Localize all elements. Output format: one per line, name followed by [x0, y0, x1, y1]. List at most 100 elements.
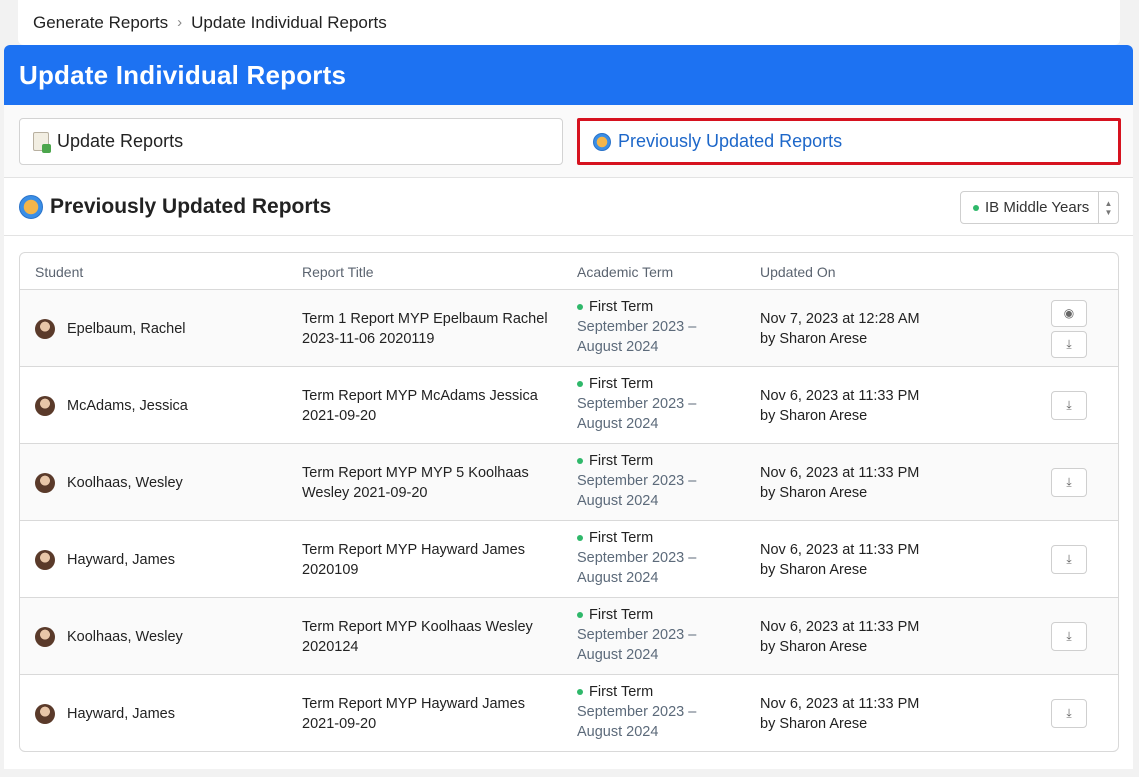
- student-cell: Koolhaas, Wesley: [35, 598, 183, 675]
- status-dot: [577, 689, 583, 695]
- avatar: [35, 472, 55, 493]
- report-title-line: Term Report MYP MYP 5 Koolhaas: [302, 464, 529, 481]
- status-dot: [577, 304, 583, 310]
- column-header-updated-on[interactable]: Updated On: [760, 264, 836, 280]
- academic-term-cell: First Term September 2023 – August 2024: [577, 682, 696, 742]
- download-icon: ⤓: [1066, 398, 1072, 412]
- report-title-line: 2023-11-06 2020119: [302, 330, 435, 347]
- tab-previously-updated-reports[interactable]: Previously Updated Reports: [577, 118, 1121, 165]
- view-button[interactable]: ◉: [1051, 299, 1087, 327]
- download-icon: ⤓: [1066, 552, 1072, 566]
- section-header: Previously Updated Reports IB Middle Yea…: [4, 178, 1133, 236]
- table-header: Student Report Title Academic Term Updat…: [20, 253, 1118, 290]
- column-header-student[interactable]: Student: [35, 264, 83, 280]
- download-button[interactable]: ⤓: [1051, 391, 1087, 420]
- term-label: First Term: [589, 607, 654, 623]
- term-dates: August 2024: [577, 647, 659, 663]
- updated-by: by Sharon Arese: [760, 407, 868, 424]
- breadcrumb-item-current: Update Individual Reports: [191, 12, 387, 32]
- tab-update-reports-label: Update Reports: [57, 131, 184, 151]
- term-dates: August 2024: [577, 416, 659, 432]
- breadcrumb: Generate Reports › Update Individual Rep…: [18, 0, 1120, 45]
- report-title-line: 2020124: [302, 638, 359, 655]
- term-dates: September 2023 –: [577, 550, 697, 566]
- avatar: [35, 703, 55, 724]
- academic-term-cell: First Term September 2023 – August 2024: [577, 297, 696, 357]
- academic-term-cell: First Term September 2023 – August 2024: [577, 528, 696, 588]
- updated-date: Nov 6, 2023 at 11:33 PM: [760, 541, 920, 558]
- term-name: First Term: [577, 528, 696, 548]
- download-button[interactable]: ⤓: [1051, 545, 1087, 574]
- term-dates: September 2023 –: [577, 627, 697, 643]
- report-title-cell: Term Report MYP MYP 5 Koolhaas Wesley 202…: [302, 444, 562, 521]
- term-dates: September 2023 –: [577, 396, 697, 412]
- column-header-report-title[interactable]: Report Title: [302, 264, 374, 280]
- student-name[interactable]: Hayward, James: [67, 706, 175, 722]
- term-name: First Term: [577, 374, 696, 394]
- term-dates: August 2024: [577, 339, 659, 355]
- student-name[interactable]: McAdams, Jessica: [67, 398, 188, 414]
- status-dot: [973, 204, 979, 211]
- row-actions: ⤓: [1051, 675, 1087, 751]
- report-title-cell: Term Report MYP McAdams Jessica 2021-09-2…: [302, 367, 562, 444]
- updated-on-cell: Nov 7, 2023 at 12:28 AM by Sharon Arese: [760, 290, 920, 367]
- main-panel: Update Individual Reports Update Reports…: [4, 45, 1133, 769]
- term-name: First Term: [577, 451, 696, 471]
- student-cell: Hayward, James: [35, 675, 175, 751]
- report-title-line: Term 1 Report MYP Epelbaum Rachel: [302, 310, 548, 327]
- academic-term-cell: First Term September 2023 – August 2024: [577, 451, 696, 511]
- updated-by: by Sharon Arese: [760, 330, 868, 347]
- select-arrows-icon: ▲ ▼: [1098, 192, 1118, 223]
- report-title-line: Term Report MYP McAdams Jessica: [302, 387, 538, 404]
- download-button[interactable]: ⤓: [1051, 468, 1087, 497]
- eye-icon: ◉: [1063, 306, 1075, 320]
- tab-previously-updated-label: Previously Updated Reports: [618, 131, 843, 151]
- row-actions: ⤓: [1051, 367, 1087, 444]
- report-title-cell: Term 1 Report MYP Epelbaum Rachel 2023-11…: [302, 290, 562, 367]
- tabs-row: Update Reports Previously Updated Report…: [4, 105, 1133, 178]
- updated-on-cell: Nov 6, 2023 at 11:33 PM by Sharon Arese: [760, 444, 919, 521]
- program-select[interactable]: IB Middle Years ▲ ▼: [960, 191, 1119, 224]
- updated-on-cell: Nov 6, 2023 at 11:33 PM by Sharon Arese: [760, 521, 919, 598]
- updated-date: Nov 6, 2023 at 11:33 PM: [760, 618, 920, 635]
- student-name[interactable]: Koolhaas, Wesley: [67, 629, 183, 645]
- download-button[interactable]: ⤓: [1051, 622, 1087, 651]
- download-icon: ⤓: [1066, 475, 1072, 489]
- breadcrumb-separator: ›: [177, 14, 183, 31]
- tab-update-reports[interactable]: Update Reports: [19, 118, 563, 165]
- table-body: Epelbaum, Rachel Term 1 Report MYP Epelba…: [20, 290, 1118, 751]
- term-label: First Term: [589, 299, 654, 315]
- avatar: [35, 549, 55, 570]
- report-title-cell: Term Report MYP Koolhaas Wesley 2020124: [302, 598, 562, 675]
- report-title-line: Term Report MYP Koolhaas Wesley: [302, 618, 533, 635]
- breadcrumb-item-generate-reports[interactable]: Generate Reports: [33, 13, 168, 33]
- term-label: First Term: [589, 453, 654, 469]
- updated-by: by Sharon Arese: [760, 561, 868, 578]
- clock-icon: [19, 194, 43, 219]
- term-dates: September 2023 –: [577, 473, 697, 489]
- status-dot: [577, 381, 583, 387]
- row-actions: ⤓: [1051, 521, 1087, 598]
- student-name[interactable]: Hayward, James: [67, 552, 175, 568]
- term-dates: September 2023 –: [577, 704, 697, 720]
- student-name[interactable]: Epelbaum, Rachel: [67, 321, 186, 337]
- report-title-line: Wesley 2021-09-20: [302, 484, 428, 501]
- column-header-academic-term[interactable]: Academic Term: [577, 264, 673, 280]
- term-dates: September 2023 –: [577, 319, 697, 335]
- table-row: Hayward, James Term Report MYP Hayward Ja…: [20, 521, 1118, 598]
- term-dates: August 2024: [577, 724, 659, 740]
- student-name[interactable]: Koolhaas, Wesley: [67, 475, 183, 491]
- updated-date: Nov 6, 2023 at 11:33 PM: [760, 464, 920, 481]
- download-button[interactable]: ⤓: [1051, 330, 1087, 358]
- download-icon: ⤓: [1066, 336, 1072, 351]
- term-label: First Term: [589, 530, 654, 546]
- row-actions: ◉ ⤓: [1051, 290, 1087, 367]
- table-row: Hayward, James Term Report MYP Hayward Ja…: [20, 675, 1118, 751]
- term-dates: August 2024: [577, 493, 659, 509]
- download-button[interactable]: ⤓: [1051, 699, 1087, 728]
- updated-by: by Sharon Arese: [760, 715, 868, 732]
- row-actions: ⤓: [1051, 598, 1087, 675]
- updated-on-cell: Nov 6, 2023 at 11:33 PM by Sharon Arese: [760, 598, 919, 675]
- term-name: First Term: [577, 297, 696, 317]
- updated-date: Nov 6, 2023 at 11:33 PM: [760, 387, 920, 404]
